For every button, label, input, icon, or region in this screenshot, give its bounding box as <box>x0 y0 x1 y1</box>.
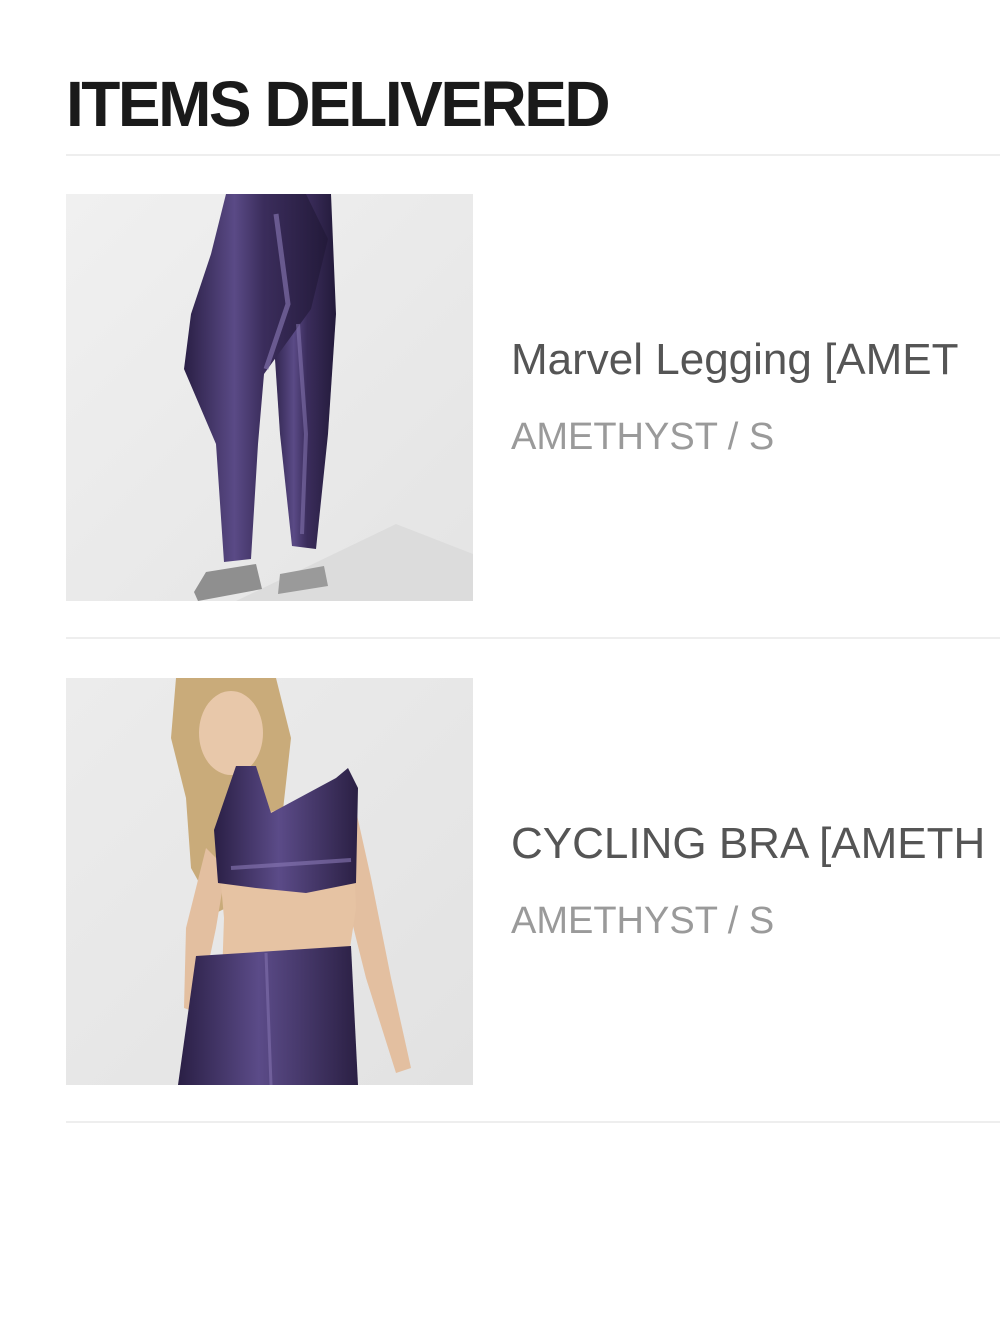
divider <box>66 154 1000 156</box>
product-image-cycling-bra[interactable] <box>66 678 473 1085</box>
divider <box>66 637 1000 639</box>
item-name[interactable]: Marvel Legging [AMET <box>511 334 959 386</box>
product-image-leggings[interactable] <box>66 194 473 601</box>
item-variant: AMETHYST / S <box>511 900 775 942</box>
section-title: ITEMS DELIVERED <box>66 68 611 140</box>
item-name[interactable]: CYCLING BRA [AMETH <box>511 818 985 870</box>
divider <box>66 1121 1000 1123</box>
item-variant: AMETHYST / S <box>511 416 775 458</box>
